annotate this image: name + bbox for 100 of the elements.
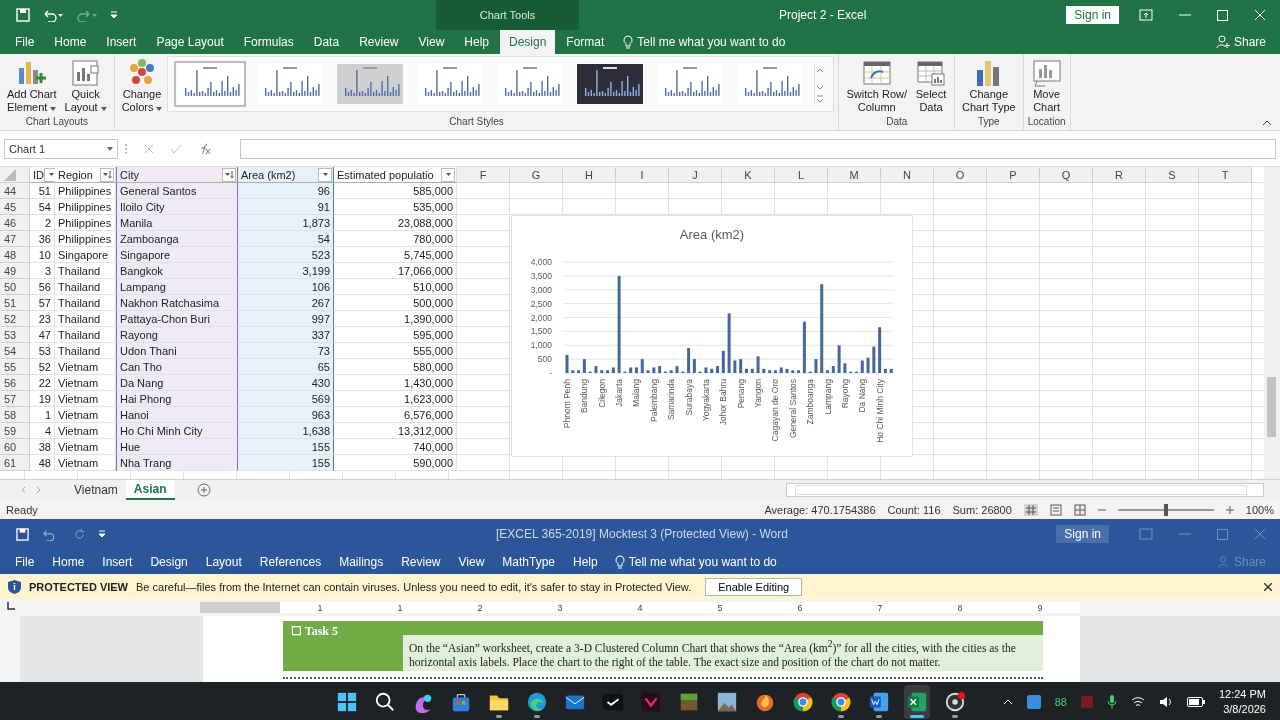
ribbon-tab[interactable]: Help xyxy=(564,550,607,573)
battery-icon[interactable] xyxy=(1186,697,1205,707)
horizontal-ruler[interactable]: 1 1 2 3 4 5 6 7 8 9 xyxy=(200,602,1080,613)
column-header[interactable]: City xyxy=(116,167,238,183)
page-layout-icon[interactable] xyxy=(1049,503,1062,516)
ribbon-tab[interactable]: Design xyxy=(141,550,197,573)
name-box[interactable]: Chart 1 xyxy=(4,138,118,159)
column-letter[interactable]: O xyxy=(955,168,965,181)
filter-button[interactable] xyxy=(222,167,236,182)
wifi-icon[interactable] xyxy=(1130,696,1145,708)
function-icon[interactable] xyxy=(198,142,212,155)
column-letter[interactable]: K xyxy=(744,168,752,181)
ribbon-button[interactable]: Add Chart Element xyxy=(4,56,60,116)
ribbon-tab[interactable]: View xyxy=(409,30,454,54)
chart-style-thumbnail[interactable] xyxy=(577,64,644,104)
volume-icon[interactable] xyxy=(1158,696,1173,708)
ribbon-tab[interactable]: Data xyxy=(304,30,349,54)
column-letter[interactable]: T xyxy=(1221,168,1229,181)
customize-icon[interactable] xyxy=(98,529,106,539)
column-letter[interactable]: M xyxy=(849,168,859,181)
ribbon-button[interactable]: Quick Layout xyxy=(61,56,110,116)
check-icon[interactable] xyxy=(170,143,182,154)
tray-counter[interactable]: 88 xyxy=(1054,696,1067,708)
ribbon-tab[interactable]: References xyxy=(250,550,331,573)
column-header[interactable]: Estimated populatio xyxy=(334,167,457,183)
ribbon-button[interactable]: Move Chart xyxy=(1027,56,1066,116)
chart-style-thumbnail[interactable] xyxy=(337,64,404,104)
column-letter[interactable]: G xyxy=(531,168,541,181)
microphone-icon[interactable] xyxy=(1106,695,1117,709)
ribbon-tab[interactable]: Design xyxy=(500,30,556,54)
column-letter[interactable]: F xyxy=(479,168,487,181)
sign-in-button[interactable]: Sign in xyxy=(1066,6,1119,24)
ribbon-tab[interactable]: Format xyxy=(557,30,614,54)
column-letter[interactable]: J xyxy=(692,168,698,181)
filter-button[interactable] xyxy=(318,167,332,182)
tray-app-icon[interactable] xyxy=(1026,695,1041,709)
save-icon[interactable] xyxy=(16,8,30,22)
person-add-icon[interactable] xyxy=(1215,35,1230,49)
ribbon-tab[interactable]: MathType xyxy=(493,550,564,573)
column-letter[interactable]: P xyxy=(1009,168,1017,181)
ribbon-tab[interactable]: Page Layout xyxy=(147,30,233,54)
filter-button[interactable] xyxy=(100,167,114,182)
save-icon[interactable] xyxy=(16,527,29,541)
ribbon-tab[interactable]: Review xyxy=(392,550,450,573)
ribbon-tab[interactable]: Insert xyxy=(97,30,146,54)
column-header[interactable]: Area (km2) xyxy=(238,167,334,183)
horizontal-scrollbar[interactable] xyxy=(786,483,1264,497)
ribbon-tab[interactable]: View xyxy=(449,550,494,573)
sign-in-button[interactable]: Sign in xyxy=(1056,525,1109,543)
column-letter[interactable]: H xyxy=(585,168,593,181)
zoom-in-icon[interactable] xyxy=(1225,505,1234,514)
repeat-icon[interactable] xyxy=(73,527,86,541)
close-icon[interactable] xyxy=(1264,582,1272,591)
ribbon-button[interactable]: Change Chart Type xyxy=(959,56,1019,116)
ribbon-tab[interactable]: Home xyxy=(43,550,94,573)
tell-me-search[interactable]: Tell me what you want to do xyxy=(637,35,786,49)
zoom-level[interactable]: 100% xyxy=(1245,503,1274,516)
taskbar-app[interactable] xyxy=(904,685,930,719)
clock-date[interactable]: 3/8/2026 xyxy=(1223,702,1266,717)
ribbon-tab[interactable]: Formulas xyxy=(234,30,303,54)
ribbon-tab[interactable]: Insert xyxy=(93,550,142,573)
formula-field[interactable] xyxy=(240,138,1276,159)
customize-icon[interactable] xyxy=(110,10,118,20)
collapse-ribbon-icon[interactable] xyxy=(1262,120,1272,126)
undo-icon[interactable] xyxy=(42,8,64,22)
share-button[interactable]: Share xyxy=(1233,35,1266,49)
maximize-icon[interactable] xyxy=(1217,9,1228,21)
column-letter[interactable]: N xyxy=(903,168,911,181)
ribbon-button[interactable]: Select Data xyxy=(912,56,950,116)
page-break-icon[interactable] xyxy=(1073,503,1086,516)
ribbon-tab[interactable]: Help xyxy=(455,30,498,54)
normal-view-icon[interactable] xyxy=(1023,503,1038,516)
column-letter[interactable]: S xyxy=(1168,168,1176,181)
sheet-tab[interactable]: Vietnam xyxy=(66,480,126,500)
column-letter[interactable]: I xyxy=(640,168,644,181)
ribbon-tab[interactable]: Home xyxy=(45,30,96,54)
chart-area[interactable] xyxy=(511,215,913,457)
zoom-slider[interactable] xyxy=(1117,503,1214,516)
add-sheet-icon[interactable] xyxy=(196,483,211,497)
tell-me-search[interactable]: Tell me what you want to do xyxy=(628,554,777,569)
ribbon-tab[interactable]: File xyxy=(6,30,44,54)
sheet-tab[interactable]: Asian xyxy=(125,480,175,500)
column-header[interactable]: ID xyxy=(30,167,55,183)
clock-time[interactable]: 12:24 PM xyxy=(1218,687,1266,702)
column-letter[interactable]: R xyxy=(1115,168,1123,181)
ribbon-button[interactable]: Change Colors xyxy=(118,56,166,116)
ribbon-tab[interactable]: Mailings xyxy=(330,550,393,573)
vertical-scrollbar[interactable] xyxy=(1264,167,1280,479)
chevron-up-icon[interactable] xyxy=(1002,699,1013,705)
filter-button[interactable] xyxy=(441,167,455,182)
ribbon-tab[interactable]: Layout xyxy=(196,550,251,573)
enable-editing-button[interactable]: Enable Editing xyxy=(705,577,803,596)
ribbon-tab[interactable]: File xyxy=(6,550,44,573)
column-header[interactable]: Region xyxy=(55,167,116,183)
restore-ribbon-icon[interactable] xyxy=(1139,9,1153,21)
ribbon-button[interactable]: Switch Row/ Column xyxy=(843,56,910,116)
tab-selector-icon[interactable] xyxy=(6,602,15,611)
ribbon-tab[interactable]: Review xyxy=(350,30,408,54)
column-letter[interactable]: L xyxy=(797,168,805,181)
column-letter[interactable]: Q xyxy=(1061,168,1071,181)
